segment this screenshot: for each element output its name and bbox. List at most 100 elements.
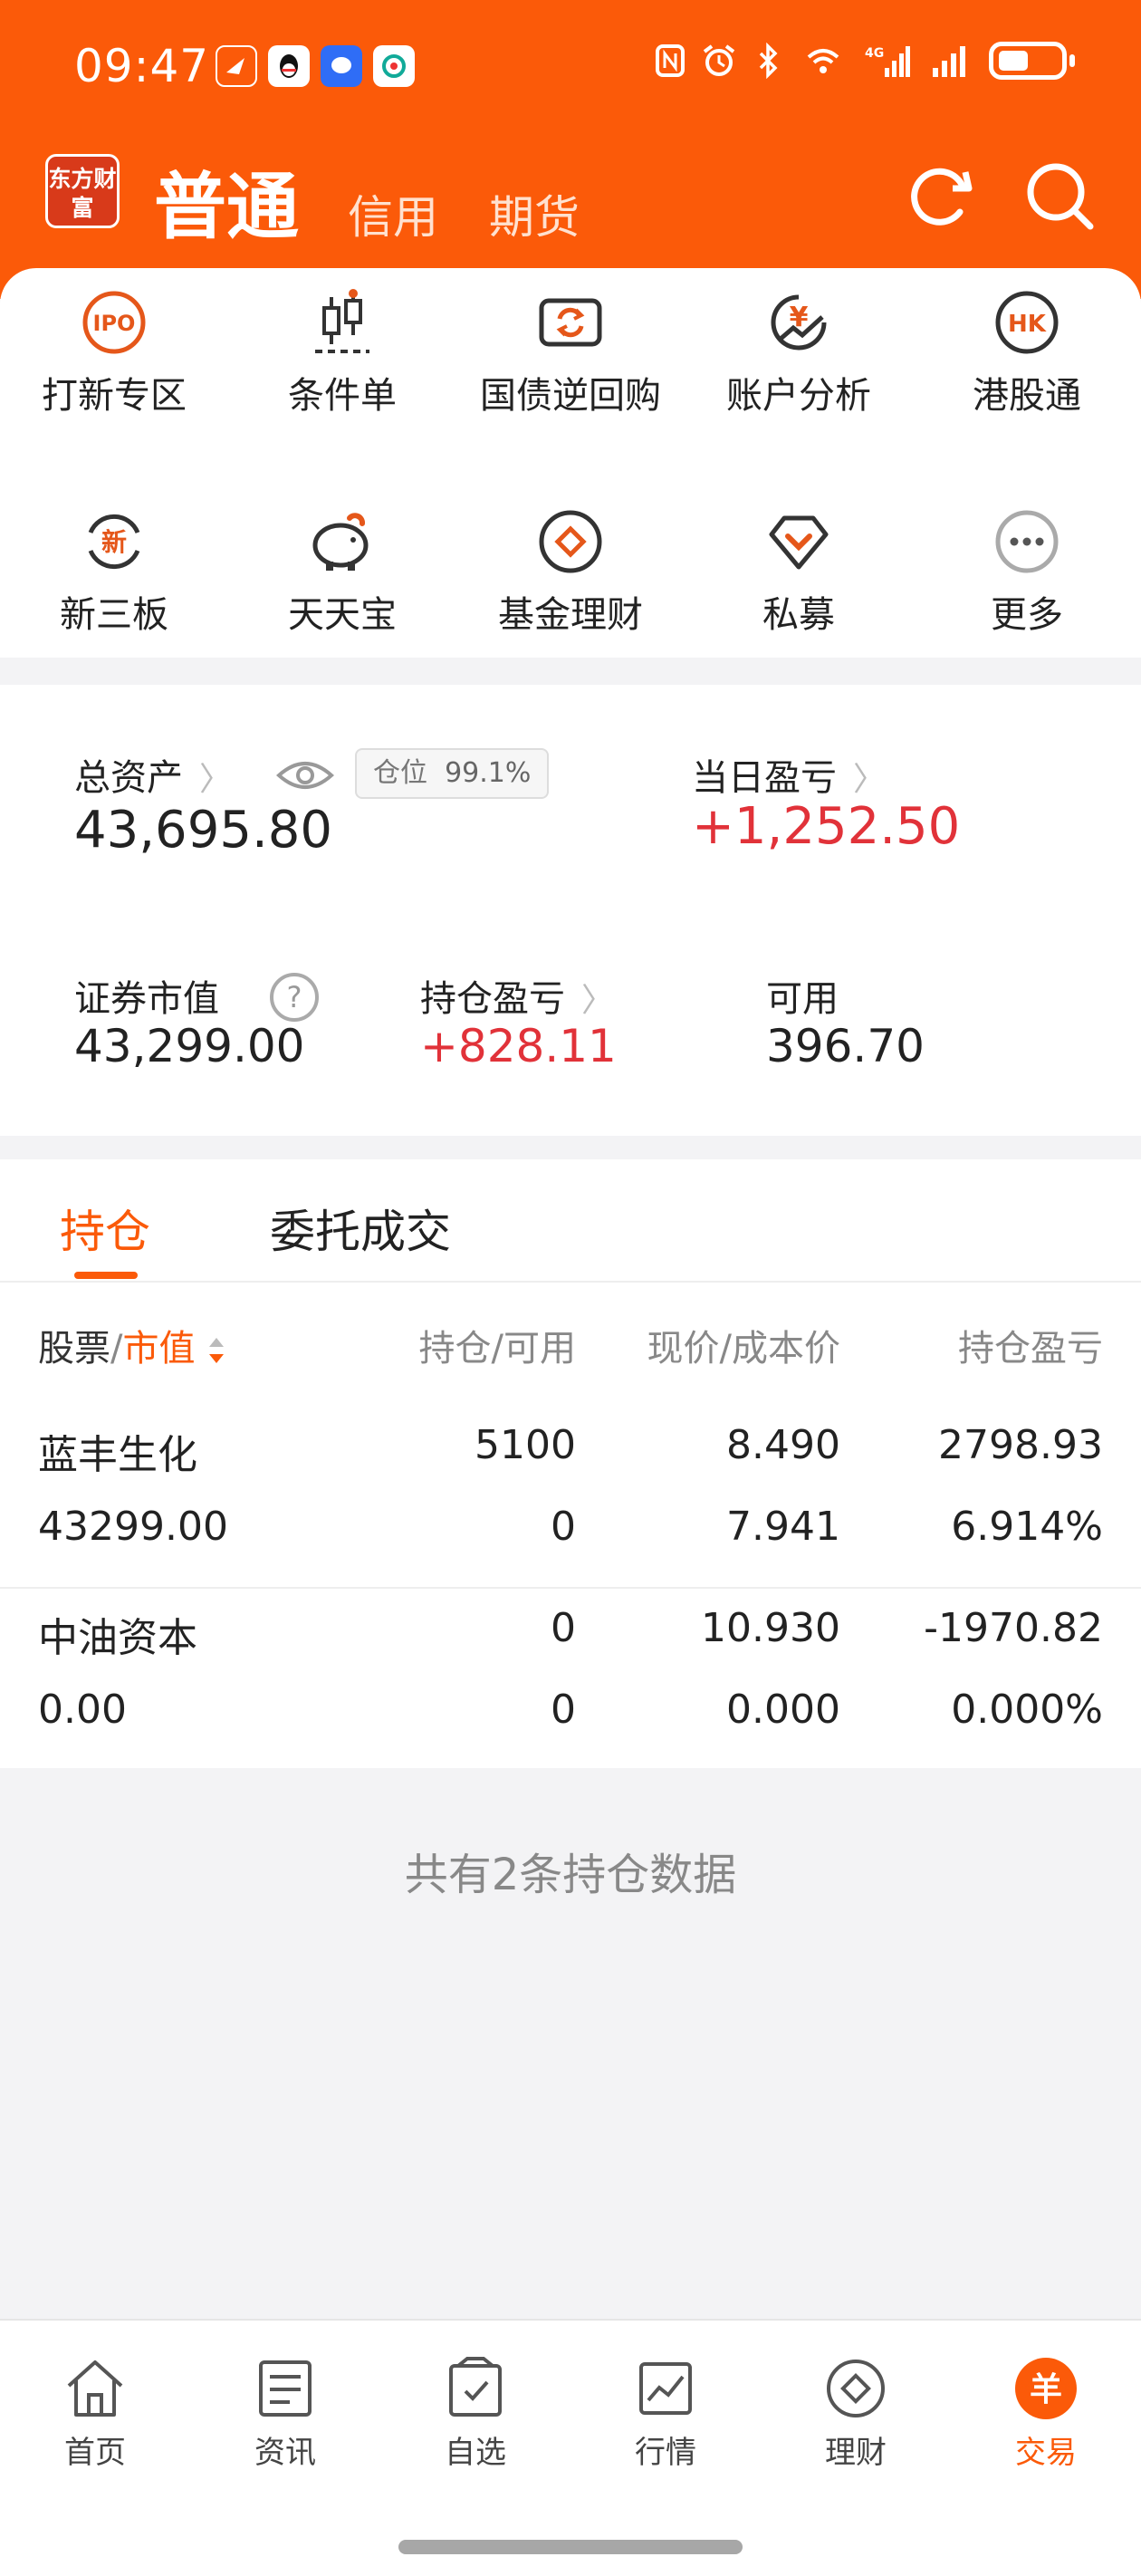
mobile-carrier-icon bbox=[373, 45, 415, 87]
help-icon[interactable]: ? bbox=[268, 971, 321, 1024]
stock-pl: -1970.82 bbox=[924, 1605, 1103, 1651]
menu-account-analysis[interactable]: ¥ 账户分析 bbox=[685, 286, 913, 418]
menu-hk-connect[interactable]: HK 港股通 bbox=[913, 286, 1141, 418]
bluetooth-icon bbox=[759, 43, 778, 79]
wealth-icon bbox=[827, 2360, 885, 2417]
refresh-icon[interactable] bbox=[900, 156, 980, 235]
tab-holdings[interactable]: 持仓 bbox=[60, 1196, 150, 1261]
piggy-bank-icon bbox=[312, 513, 369, 571]
ipo-icon: IPO bbox=[82, 291, 146, 354]
menu-tiantianbao[interactable]: 天天宝 bbox=[228, 505, 456, 638]
new-board-icon: 新 bbox=[88, 514, 140, 570]
svg-text:?: ? bbox=[287, 980, 302, 1014]
stock-available: 0 bbox=[551, 1504, 576, 1550]
nav-market[interactable]: 行情 bbox=[570, 2353, 761, 2472]
nav-wealth[interactable]: 理财 bbox=[761, 2353, 951, 2472]
holdings-panel: 持仓 委托成交 股票/市值 持仓/可用 现价/成本价 持仓盈亏 蓝丰生化 432… bbox=[0, 1159, 1141, 1768]
yen-chart-icon: ¥ bbox=[771, 294, 827, 351]
menu-more[interactable]: 更多 bbox=[913, 505, 1141, 638]
total-assets-label[interactable]: 总资产〉 bbox=[74, 748, 232, 801]
holding-pl-label[interactable]: 持仓盈亏〉 bbox=[420, 969, 614, 1022]
daily-pl-label[interactable]: 当日盈亏〉 bbox=[692, 748, 886, 801]
nfc-icon bbox=[656, 44, 685, 77]
bottom-nav: 首页 资讯 自选 行情 理财 羊 交易 bbox=[0, 2319, 1141, 2576]
svg-text:4G: 4G bbox=[865, 46, 884, 61]
menu-conditional-order[interactable]: 条件单 bbox=[228, 286, 456, 418]
svg-text:IPO: IPO bbox=[93, 311, 136, 336]
total-assets-value: 43,695.80 bbox=[74, 801, 333, 860]
repo-icon bbox=[539, 298, 602, 347]
position-badge: 仓位 99.1% bbox=[355, 748, 550, 799]
header: 09:47 4G 东方财富 普通 信用 期货 bbox=[0, 0, 1141, 299]
signal-4g-icon: 4G bbox=[865, 46, 910, 77]
available-value: 396.70 bbox=[766, 1020, 925, 1072]
header-stock[interactable]: 股票/市值 bbox=[38, 1319, 226, 1371]
chevron-right-icon: 〉 bbox=[853, 761, 887, 798]
market-icon bbox=[639, 2362, 692, 2415]
more-icon bbox=[995, 510, 1059, 573]
tab-futures[interactable]: 期货 bbox=[489, 181, 580, 246]
tab-credit[interactable]: 信用 bbox=[348, 181, 438, 246]
stock-price: 8.490 bbox=[726, 1422, 840, 1468]
svg-text:羊: 羊 bbox=[1030, 2371, 1062, 2408]
stock-position: 5100 bbox=[475, 1422, 576, 1468]
status-time: 09:47 bbox=[74, 40, 210, 92]
news-icon bbox=[259, 2360, 312, 2417]
menu-private-fund[interactable]: 私募 bbox=[685, 505, 913, 638]
status-bar: 09:47 4G bbox=[0, 0, 1141, 136]
menu-fund-wealth[interactable]: 基金理财 bbox=[456, 505, 685, 638]
quick-menu: IPO 打新专区 条件单 国债逆回购 ¥ 账户分析 HK 港股通 新 新三板 天… bbox=[0, 268, 1141, 658]
hk-icon: HK bbox=[995, 291, 1059, 354]
eye-icon[interactable] bbox=[273, 748, 337, 803]
holding-pl-value: +828.11 bbox=[420, 1020, 617, 1072]
menu-new-third-board[interactable]: 新 新三板 bbox=[0, 505, 228, 638]
stock-pl: 2798.93 bbox=[938, 1422, 1103, 1468]
nav-home[interactable]: 首页 bbox=[0, 2353, 190, 2472]
trade-icon: 羊 bbox=[1015, 2358, 1077, 2419]
stock-market-value: 0.00 bbox=[38, 1687, 127, 1733]
header-price: 现价/成本价 bbox=[647, 1328, 840, 1370]
candlestick-icon bbox=[315, 289, 369, 353]
svg-text:新: 新 bbox=[101, 527, 127, 557]
status-notification-icons bbox=[216, 45, 415, 87]
asset-summary: 总资产〉 仓位 99.1% 43,695.80 当日盈亏〉 +1,252.50 … bbox=[0, 685, 1141, 1136]
notification-app-icon bbox=[216, 45, 257, 87]
menu-treasury-repo[interactable]: 国债逆回购 bbox=[456, 286, 685, 418]
nav-watchlist[interactable]: 自选 bbox=[380, 2353, 570, 2472]
home-icon bbox=[67, 2360, 123, 2417]
app-screen: 09:47 4G 东方财富 普通 信用 期货 IPO 打新专区 条件单 国债逆回… bbox=[0, 0, 1141, 2576]
header-pl: 持仓盈亏 bbox=[958, 1328, 1103, 1370]
eastmoney-logo: 东方财富 bbox=[45, 154, 120, 228]
stock-position: 0 bbox=[551, 1605, 576, 1651]
status-system-icons: 4G bbox=[652, 42, 1075, 80]
menu-ipo[interactable]: IPO 打新专区 bbox=[0, 286, 228, 418]
wifi-icon bbox=[807, 49, 839, 73]
private-fund-icon bbox=[769, 515, 829, 570]
svg-text:HK: HK bbox=[1008, 311, 1047, 338]
stock-available: 0 bbox=[551, 1687, 576, 1733]
tab-normal[interactable]: 普通 bbox=[154, 149, 299, 254]
chevron-right-icon: 〉 bbox=[581, 982, 615, 1019]
battery-icon bbox=[989, 42, 1075, 80]
nav-trade[interactable]: 羊 交易 bbox=[951, 2353, 1141, 2472]
qq-icon bbox=[268, 45, 310, 87]
svg-text:¥: ¥ bbox=[790, 302, 809, 333]
stock-cost: 7.941 bbox=[726, 1504, 840, 1550]
stock-name: 中油资本 bbox=[38, 1615, 197, 1661]
stock-cost: 0.000 bbox=[726, 1687, 840, 1733]
nav-news[interactable]: 资讯 bbox=[190, 2353, 380, 2472]
market-value-label: 证券市值 bbox=[74, 978, 219, 1020]
stock-pl-percent: 6.914% bbox=[951, 1504, 1103, 1550]
message-icon bbox=[321, 45, 362, 87]
stock-price: 10.930 bbox=[701, 1605, 840, 1651]
sort-icon bbox=[209, 1338, 225, 1363]
daily-pl-value: +1,252.50 bbox=[692, 797, 961, 856]
search-icon[interactable] bbox=[1020, 156, 1099, 235]
available-label: 可用 bbox=[766, 978, 839, 1020]
tab-orders[interactable]: 委托成交 bbox=[270, 1196, 451, 1261]
divider bbox=[0, 1281, 1141, 1283]
alarm-icon bbox=[703, 44, 735, 76]
market-value: 43,299.00 bbox=[74, 1020, 305, 1072]
header-position: 持仓/可用 bbox=[418, 1328, 576, 1370]
home-indicator[interactable] bbox=[398, 2540, 743, 2554]
